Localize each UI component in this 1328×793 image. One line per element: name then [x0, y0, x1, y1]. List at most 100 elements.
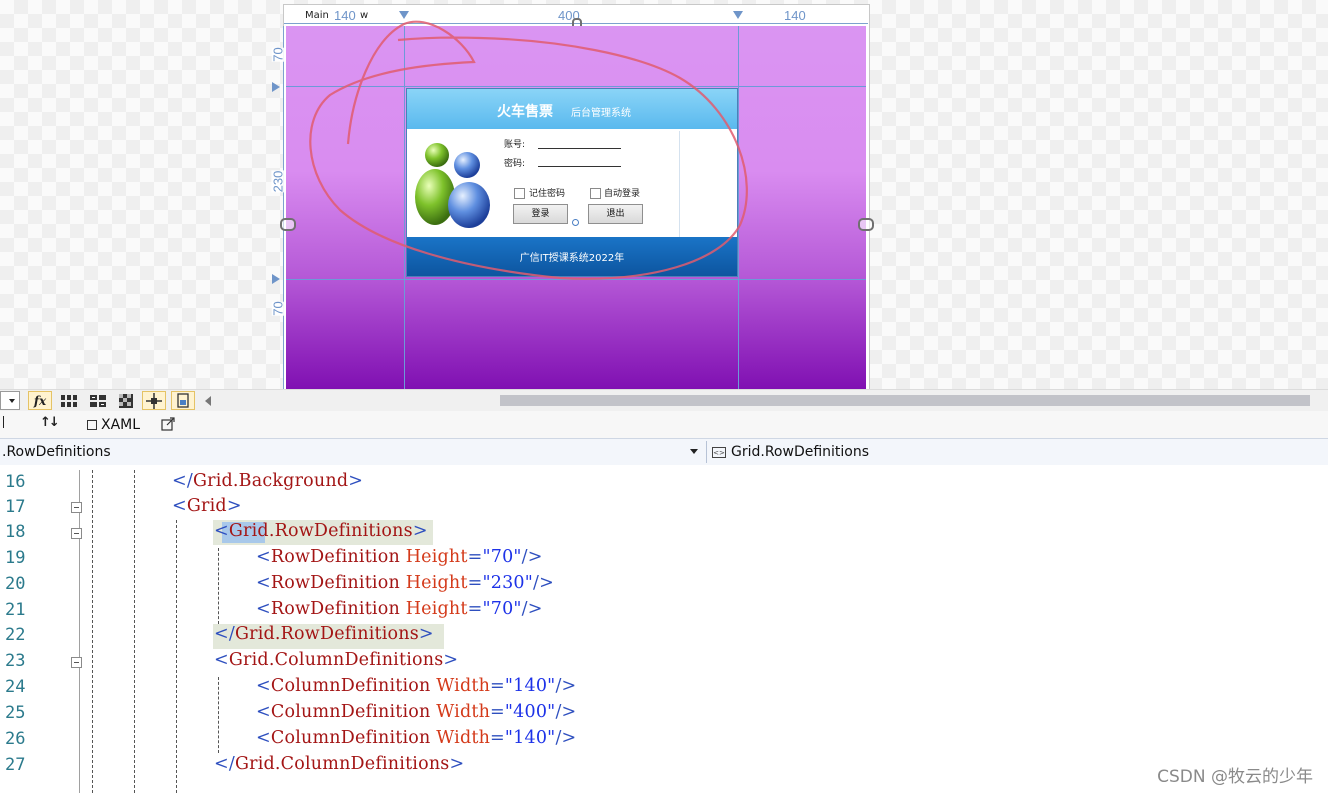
code-token: </ — [172, 471, 193, 491]
xaml-tab-icon — [87, 420, 97, 430]
code-token: > — [226, 496, 242, 516]
fx-icon[interactable]: fx — [28, 391, 52, 410]
outline-margin — [79, 470, 80, 793]
watermark: CSDN @牧云的少年 — [1157, 767, 1313, 787]
swap-panes-icon[interactable]: ↑↓ — [40, 415, 60, 430]
code-token: "230" — [482, 573, 534, 593]
indent-guide — [92, 470, 93, 793]
tab-xaml-label: XAML — [101, 417, 141, 433]
code-token: < — [256, 676, 271, 696]
design-tab-stub[interactable] — [0, 416, 4, 428]
code-token: RowDefinition — [270, 599, 400, 619]
code-token: "140" — [504, 728, 556, 748]
code-token: = — [490, 676, 505, 696]
indent-guide — [218, 677, 219, 753]
code-token: = — [467, 599, 483, 619]
code-line[interactable]: <RowDefinition Height="70"/> — [256, 547, 543, 567]
collapse-icon[interactable] — [71, 528, 82, 539]
code-token: = — [490, 702, 505, 722]
code-token: Grid.RowDefinitions — [234, 624, 419, 644]
split-grid-icon[interactable] — [86, 391, 110, 410]
line-number: 17 — [5, 497, 26, 517]
tab-xaml[interactable]: XAML — [87, 414, 140, 436]
code-token: < — [172, 496, 187, 516]
code-line[interactable]: <Grid> — [172, 496, 242, 516]
code-token: > — [348, 471, 364, 491]
view-tabs: ↑↓ XAML — [0, 411, 1328, 438]
code-token: RowDefinition — [270, 547, 400, 567]
collapse-icon[interactable] — [71, 502, 82, 513]
code-line[interactable]: <RowDefinition Height="230"/> — [256, 573, 554, 593]
code-line[interactable]: <ColumnDefinition Width="140"/> — [256, 728, 576, 748]
code-navigation-bar: .RowDefinitions <> Grid.RowDefinitions — [0, 438, 1328, 466]
member-dropdown[interactable]: <> Grid.RowDefinitions — [712, 439, 869, 465]
code-token: Height — [399, 573, 468, 593]
code-token: ColumnDefinition — [270, 676, 431, 696]
code-token: < — [256, 702, 271, 722]
line-number: 22 — [5, 625, 26, 645]
xaml-designer-surface[interactable]: Main w 140 400 140 70 230 70 火车售票 后台管理系统 — [0, 0, 1328, 389]
code-line[interactable]: </Grid.RowDefinitions> — [214, 624, 434, 644]
indent-guide — [176, 520, 177, 793]
code-token: /> — [533, 573, 554, 593]
code-line[interactable]: <Grid.ColumnDefinitions> — [214, 650, 458, 670]
line-number: 20 — [5, 574, 26, 594]
line-number: 26 — [5, 729, 26, 749]
code-token: /> — [555, 702, 577, 722]
horizontal-scrollbar[interactable] — [500, 395, 1310, 406]
code-token: /> — [555, 728, 577, 748]
line-number: 16 — [5, 472, 26, 492]
code-token: Grid.Background — [192, 471, 349, 491]
code-token: RowDefinition — [270, 573, 400, 593]
code-token: ColumnDefinition — [270, 702, 431, 722]
code-token: Grid.ColumnDefinitions — [228, 650, 444, 670]
code-token: < — [256, 573, 271, 593]
line-number: 21 — [5, 600, 26, 620]
designer-toolbar: fx — [0, 389, 1328, 412]
code-token: > — [449, 754, 465, 774]
scroll-left-icon[interactable] — [205, 396, 211, 406]
grid-icon[interactable] — [57, 391, 81, 410]
code-token: Width — [430, 676, 491, 696]
code-line[interactable]: </Grid.Background> — [172, 471, 363, 491]
code-token: < — [214, 650, 229, 670]
code-token: Height — [399, 599, 468, 619]
checker-icon[interactable] — [114, 391, 138, 410]
code-token: /> — [555, 676, 577, 696]
element-scope-dropdown[interactable]: .RowDefinitions — [0, 439, 705, 465]
code-token: </ — [214, 754, 235, 774]
snapline-icon[interactable] — [171, 391, 195, 410]
annotation-circle — [309, 20, 748, 280]
code-token: Height — [399, 547, 468, 567]
code-token: = — [467, 573, 483, 593]
indent-guide — [218, 548, 219, 624]
nav-separator — [706, 441, 707, 463]
code-token: = — [467, 547, 483, 567]
line-number: 27 — [5, 755, 26, 775]
code-token: Width — [430, 702, 491, 722]
line-number: 19 — [5, 548, 26, 568]
code-token: < — [214, 521, 229, 541]
code-token: > — [412, 521, 428, 541]
code-token: > — [418, 624, 434, 644]
zoom-dropdown[interactable] — [0, 391, 20, 410]
code-token: Grid.RowDefinitions — [228, 521, 413, 541]
collapse-icon[interactable] — [71, 657, 82, 668]
code-line[interactable]: <ColumnDefinition Width="140"/> — [256, 676, 576, 696]
code-line[interactable]: <Grid.RowDefinitions> — [214, 521, 428, 541]
code-line[interactable]: <ColumnDefinition Width="400"/> — [256, 702, 576, 722]
chevron-down-icon[interactable] — [690, 449, 698, 454]
popout-icon[interactable] — [161, 417, 175, 431]
snap-icon[interactable] — [142, 391, 166, 410]
code-line[interactable]: </Grid.ColumnDefinitions> — [214, 754, 464, 774]
member-dropdown-label: Grid.RowDefinitions — [731, 444, 870, 460]
line-number: 18 — [5, 522, 26, 542]
code-token: > — [443, 650, 459, 670]
code-token: ColumnDefinition — [270, 728, 431, 748]
code-token: "70" — [482, 547, 522, 567]
code-element-icon: <> — [712, 446, 726, 458]
code-token: < — [256, 728, 271, 748]
code-line[interactable]: <RowDefinition Height="70"/> — [256, 599, 543, 619]
code-token: < — [256, 599, 271, 619]
code-token: "400" — [504, 702, 556, 722]
